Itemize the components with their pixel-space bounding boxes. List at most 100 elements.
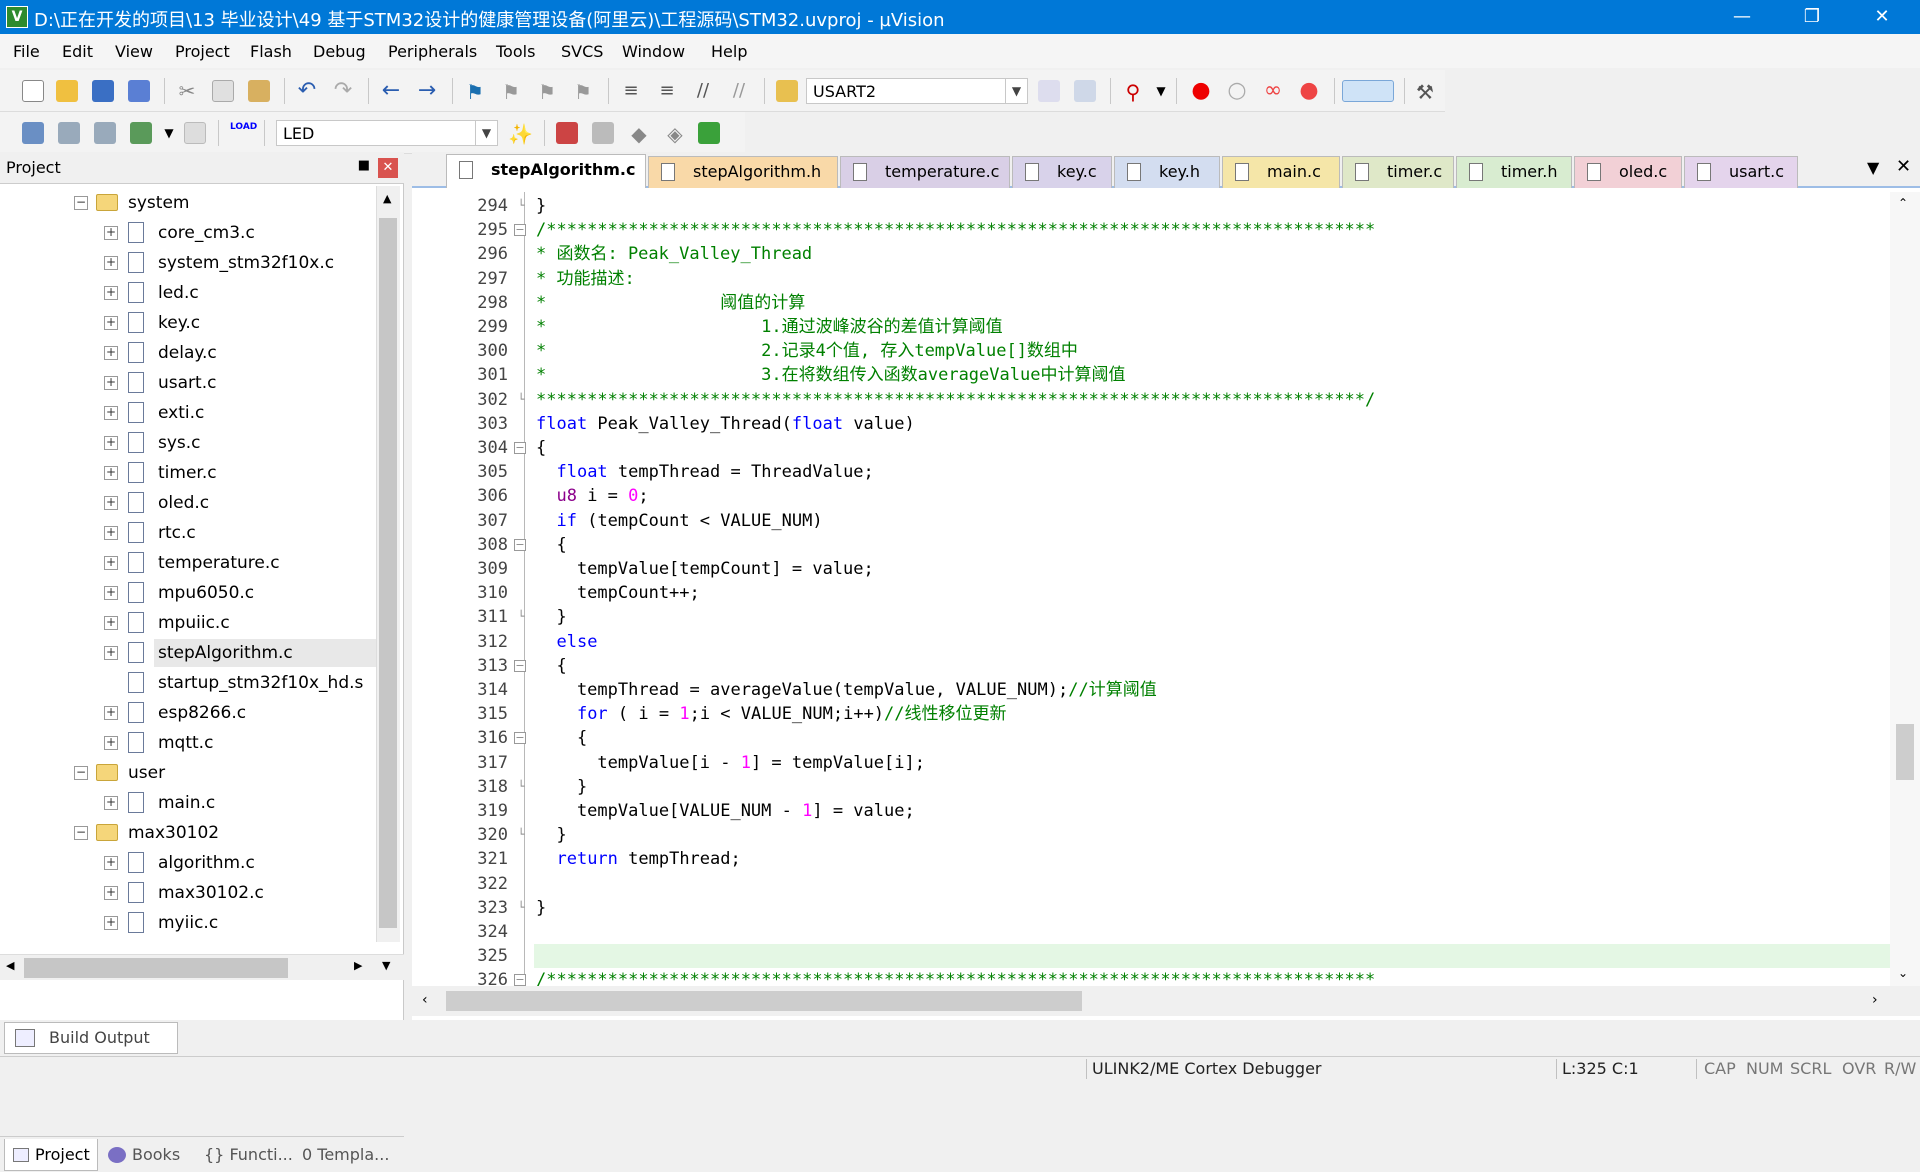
tree-horizontal-scrollbar[interactable]: ◀ ▶ ▼	[0, 954, 404, 980]
fold-collapse-icon[interactable]: −	[514, 538, 526, 551]
expand-icon[interactable]: +	[104, 736, 118, 750]
window-layout-icon[interactable]	[1342, 80, 1394, 102]
new-file-icon[interactable]	[22, 80, 44, 102]
pin-icon[interactable]: ■	[358, 158, 370, 173]
expand-icon[interactable]: +	[104, 646, 118, 660]
expand-icon[interactable]: +	[104, 586, 118, 600]
tree-folder[interactable]: − user	[0, 759, 370, 787]
fold-collapse-icon[interactable]: −	[514, 659, 526, 672]
tree-file[interactable]: + timer.c	[0, 459, 370, 487]
tab-project[interactable]: Project	[4, 1139, 98, 1171]
editor-tab[interactable]: key.h	[1114, 156, 1220, 188]
incremental-find-icon[interactable]	[1074, 80, 1096, 102]
manage-rte-icon[interactable]: ◈	[664, 122, 686, 146]
run-time-environment-icon[interactable]	[698, 122, 720, 144]
debug-session-icon[interactable]: ⚲	[1122, 80, 1144, 104]
scroll-left-icon[interactable]: ‹	[422, 992, 428, 1008]
build-icon[interactable]	[58, 122, 80, 144]
tree-file[interactable]: + exti.c	[0, 399, 370, 427]
tree-file[interactable]: + rtc.c	[0, 519, 370, 547]
load-download-icon[interactable]: LOAD	[230, 122, 257, 144]
unindent-icon[interactable]: ≡	[656, 80, 678, 102]
menu-debug[interactable]: Debug	[313, 42, 366, 61]
navigate-forward-icon[interactable]: →	[416, 80, 438, 102]
fold-collapse-icon[interactable]: −	[514, 732, 526, 745]
collapse-icon[interactable]: −	[74, 826, 88, 840]
minimize-button[interactable]: —	[1708, 0, 1776, 34]
scroll-down-icon[interactable]: ▼	[382, 959, 390, 972]
editor-tab[interactable]: main.c	[1222, 156, 1340, 188]
editor-tab[interactable]: usart.c	[1684, 156, 1798, 188]
scroll-up-icon[interactable]: ▲	[383, 192, 391, 205]
save-icon[interactable]	[92, 80, 114, 102]
tree-file[interactable]: + algorithm.c	[0, 849, 370, 877]
translate-icon[interactable]	[22, 122, 44, 144]
expand-icon[interactable]: +	[104, 496, 118, 510]
configure-icon[interactable]: ⚒	[1414, 80, 1436, 104]
expand-icon[interactable]: +	[104, 706, 118, 720]
editor-tab[interactable]: temperature.c	[840, 156, 1010, 188]
tree-file[interactable]: + mpu6050.c	[0, 579, 370, 607]
menu-tools[interactable]: Tools	[496, 42, 535, 61]
chevron-down-icon[interactable]: ▼	[1150, 80, 1172, 102]
editor-tab[interactable]: key.c	[1012, 156, 1112, 188]
menu-file[interactable]: File	[13, 42, 40, 61]
redo-icon[interactable]: ↷	[332, 80, 354, 102]
scroll-right-icon[interactable]: ›	[1872, 992, 1878, 1008]
close-tab-icon[interactable]: ✕	[1896, 156, 1911, 177]
expand-icon[interactable]: +	[104, 616, 118, 630]
close-panel-button[interactable]: ✕	[378, 158, 398, 178]
menu-project[interactable]: Project	[175, 42, 230, 61]
find-icon[interactable]	[1038, 80, 1060, 102]
tree-file[interactable]: + mqtt.c	[0, 729, 370, 757]
tab-functions[interactable]: {} Functi...	[200, 1139, 293, 1171]
chevron-down-icon[interactable]: ▼	[475, 121, 497, 145]
scroll-right-icon[interactable]: ▶	[354, 959, 362, 972]
scroll-up-icon[interactable]: ⌃	[1898, 196, 1908, 210]
breakpoint-enable-icon[interactable]: ○	[1226, 80, 1248, 102]
bookmark-toggle-icon[interactable]: ⚑	[464, 80, 486, 104]
paste-icon[interactable]	[248, 80, 270, 102]
chevron-down-icon[interactable]: ▼	[1005, 79, 1027, 103]
tree-file[interactable]: + main.c	[0, 789, 370, 817]
expand-icon[interactable]: +	[104, 886, 118, 900]
breakpoint-kill-all-icon[interactable]: ●	[1298, 80, 1320, 102]
menu-flash[interactable]: Flash	[250, 42, 292, 61]
expand-icon[interactable]: +	[104, 556, 118, 570]
select-packs-icon[interactable]	[592, 122, 614, 144]
editor-tab[interactable]: timer.c	[1342, 156, 1454, 188]
uncomment-icon[interactable]: //	[728, 80, 750, 102]
tree-vertical-scrollbar[interactable]: ▲	[376, 186, 400, 942]
save-all-icon[interactable]	[128, 80, 150, 102]
tree-file[interactable]: + key.c	[0, 309, 370, 337]
comment-icon[interactable]: //	[692, 80, 714, 102]
collapse-icon[interactable]: −	[74, 766, 88, 780]
expand-icon[interactable]: +	[104, 286, 118, 300]
tab-templates[interactable]: 0 Templa...	[302, 1139, 402, 1171]
menu-svcs[interactable]: SVCS	[561, 42, 603, 61]
bookmark-next-icon[interactable]: ⚑	[536, 80, 558, 104]
pack-installer-icon[interactable]: ◆	[628, 122, 650, 146]
tree-file[interactable]: + oled.c	[0, 489, 370, 517]
editor-horizontal-scrollbar[interactable]: ‹ ›	[412, 986, 1920, 1016]
editor-tab[interactable]: stepAlgorithm.c	[446, 154, 646, 188]
scroll-thumb[interactable]	[446, 991, 1082, 1011]
tab-build-output[interactable]: Build Output	[4, 1022, 178, 1054]
navigate-back-icon[interactable]: ←	[380, 80, 402, 102]
stop-build-icon[interactable]	[184, 122, 206, 144]
expand-icon[interactable]: +	[104, 796, 118, 810]
collapse-icon[interactable]: −	[74, 196, 88, 210]
find-in-files-icon[interactable]	[776, 80, 798, 102]
expand-icon[interactable]: +	[104, 316, 118, 330]
scroll-left-icon[interactable]: ◀	[6, 959, 14, 972]
tree-file[interactable]: + sys.c	[0, 429, 370, 457]
indent-icon[interactable]: ≡	[620, 80, 642, 102]
editor-tab[interactable]: oled.c	[1574, 156, 1682, 188]
undo-icon[interactable]: ↶	[296, 80, 318, 102]
tree-file[interactable]: + max30102.c	[0, 879, 370, 907]
expand-icon[interactable]: +	[104, 916, 118, 930]
fold-collapse-icon[interactable]: −	[514, 442, 526, 454]
tree-folder[interactable]: − system	[0, 189, 370, 217]
fold-collapse-icon[interactable]: −	[514, 224, 526, 237]
expand-icon[interactable]: +	[104, 436, 118, 450]
